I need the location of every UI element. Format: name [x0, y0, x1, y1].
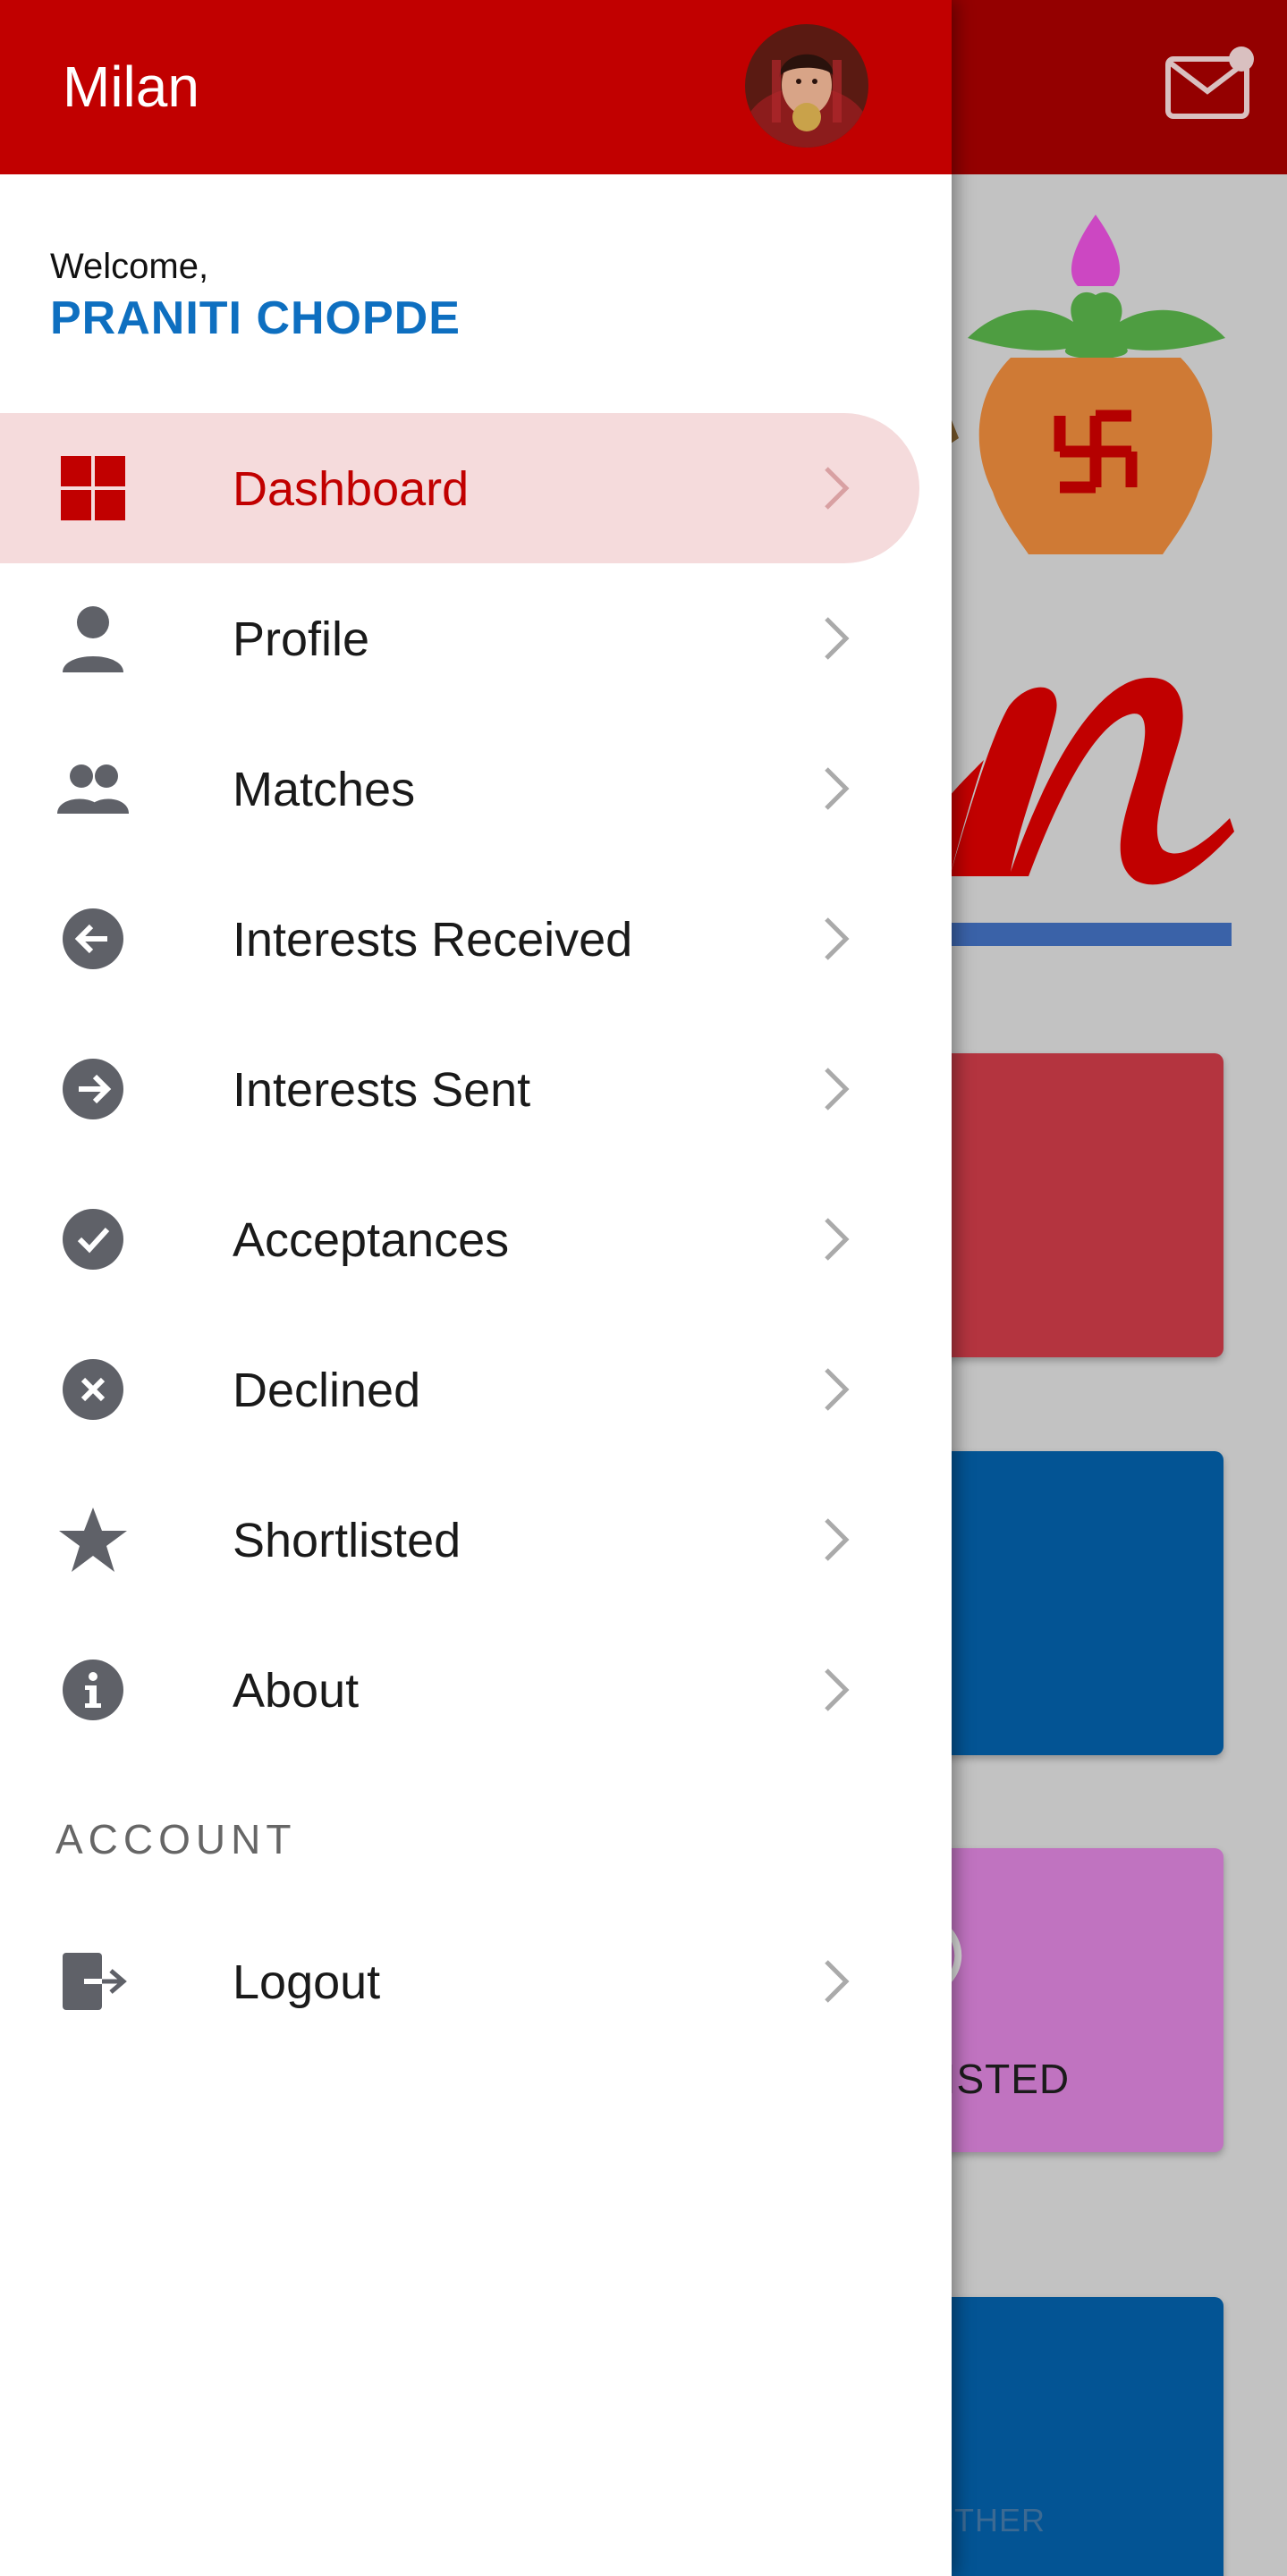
menu-item-declined[interactable]: Declined: [0, 1314, 919, 1465]
menu-item-logout[interactable]: Logout: [0, 1906, 919, 2057]
arrow-right-circle-icon: [57, 1055, 129, 1123]
people-icon: [57, 755, 129, 823]
chevron-right-icon: [821, 463, 853, 513]
chevron-right-icon: [821, 914, 853, 964]
menu-item-matches[interactable]: Matches: [0, 714, 919, 864]
menu-item-label: Interests Sent: [233, 1063, 531, 1117]
menu-item-label: Declined: [233, 1364, 421, 1417]
menu-item-acceptances[interactable]: Acceptances: [0, 1164, 919, 1314]
info-circle-icon: [57, 1656, 129, 1724]
menu-item-about[interactable]: About: [0, 1615, 919, 1765]
navigation-drawer: Milan Welcome, PRANITI CHOPDE Dashboard …: [0, 0, 952, 2576]
menu-item-label: Dashboard: [233, 462, 470, 516]
account-section-label: ACCOUNT: [55, 1816, 297, 1862]
menu-item-label: Logout: [233, 1955, 381, 2009]
menu-item-profile[interactable]: Profile: [0, 563, 919, 714]
menu-item-label: Interests Received: [233, 913, 633, 967]
chevron-right-icon: [821, 1956, 853, 2006]
app-title: Milan: [63, 55, 199, 119]
menu-item-interests-sent[interactable]: Interests Sent: [0, 1014, 919, 1164]
menu-item-label: About: [233, 1664, 360, 1718]
menu-item-shortlisted[interactable]: Shortlisted: [0, 1465, 919, 1615]
cancel-circle-icon: [57, 1356, 129, 1423]
check-circle-icon: [57, 1205, 129, 1273]
chevron-right-icon: [821, 1214, 853, 1264]
welcome-text: Welcome,: [50, 247, 209, 286]
drawer-header: Milan: [0, 0, 952, 174]
chevron-right-icon: [821, 1364, 853, 1415]
chevron-right-icon: [821, 1515, 853, 1565]
arrow-left-circle-icon: [57, 905, 129, 973]
menu-item-label: Shortlisted: [233, 1514, 461, 1567]
chevron-right-icon: [821, 764, 853, 814]
menu-item-interests-received[interactable]: Interests Received: [0, 864, 919, 1014]
star-icon: [57, 1506, 129, 1574]
dashboard-icon: [57, 454, 129, 522]
menu-item-dashboard[interactable]: Dashboard: [0, 413, 919, 563]
chevron-right-icon: [821, 613, 853, 663]
chevron-right-icon: [821, 1665, 853, 1715]
mail-icon[interactable]: [1163, 45, 1256, 125]
avatar[interactable]: [745, 24, 868, 148]
menu-item-label: Acceptances: [233, 1213, 510, 1267]
person-icon: [57, 604, 129, 672]
user-name: PRANITI CHOPDE: [50, 292, 461, 344]
menu-item-label: Matches: [233, 763, 416, 816]
logout-icon: [57, 1947, 129, 2015]
menu-item-label: Profile: [233, 612, 370, 666]
chevron-right-icon: [821, 1064, 853, 1114]
